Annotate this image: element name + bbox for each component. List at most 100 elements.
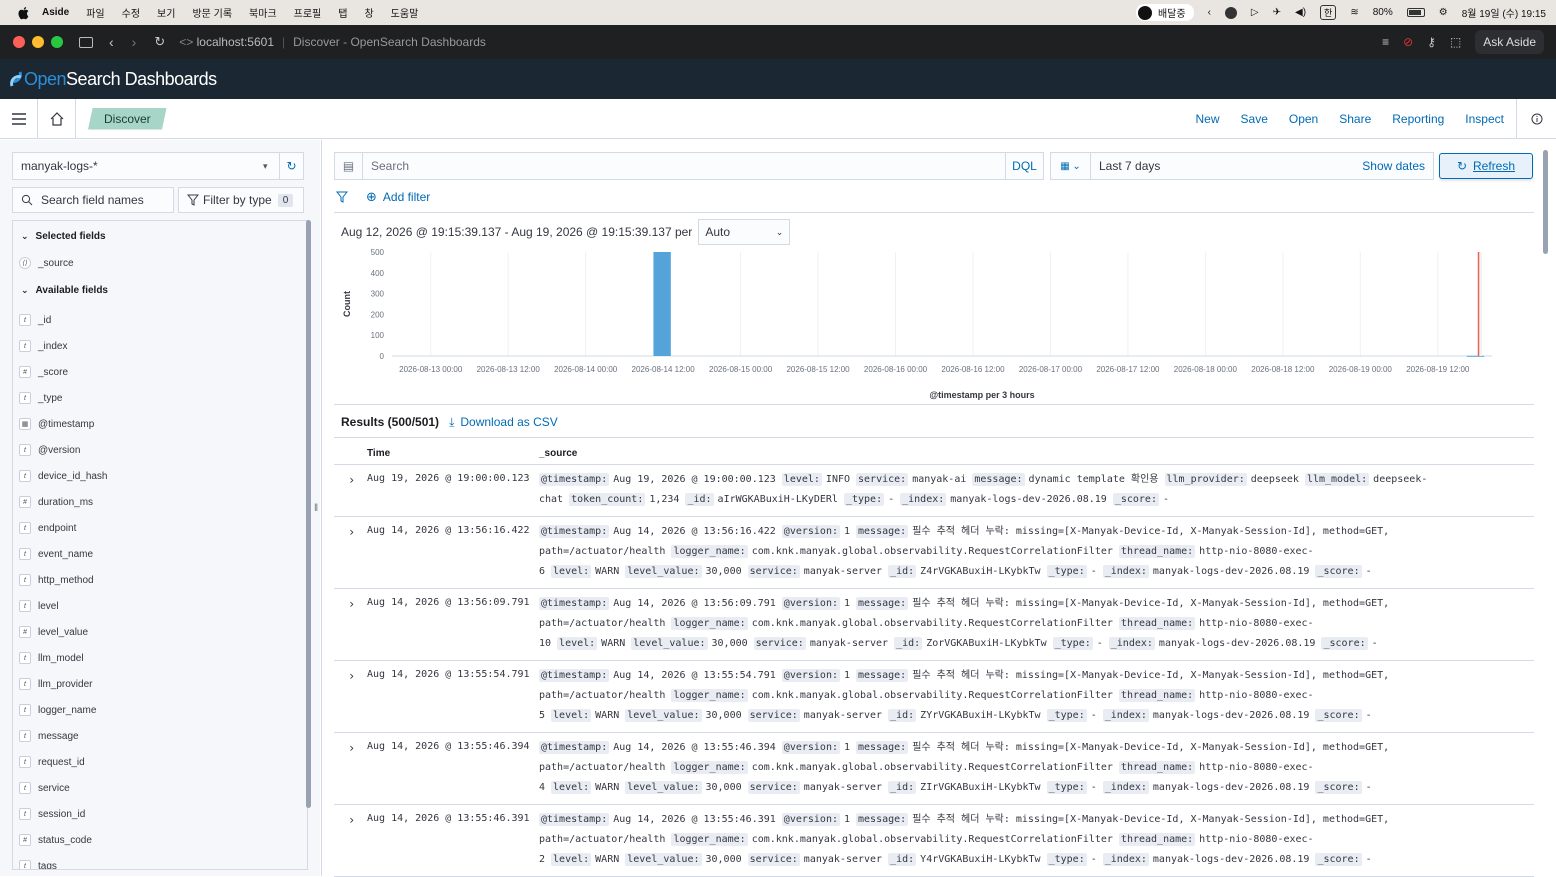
- interval-select[interactable]: Auto ⌄: [698, 219, 791, 245]
- field-item-level[interactable]: t level: [19, 598, 59, 614]
- field-item-request-id[interactable]: t request_id: [19, 754, 85, 770]
- field-item-level-value[interactable]: # level_value: [19, 624, 88, 640]
- osd-logo[interactable]: Open Search Dashboards: [8, 69, 217, 90]
- field-item-http-method[interactable]: t http_method: [19, 572, 94, 588]
- field-item-id[interactable]: t _id: [19, 312, 51, 328]
- open-link[interactable]: Open: [1289, 112, 1318, 126]
- date-range-value[interactable]: Last 7 days: [1099, 159, 1362, 173]
- save-link[interactable]: Save: [1241, 112, 1268, 126]
- input-source-icon[interactable]: 한: [1320, 5, 1337, 20]
- main-scrollbar[interactable]: [1543, 150, 1548, 254]
- apple-icon[interactable]: [16, 5, 32, 21]
- refresh-fields-icon[interactable]: ↻: [279, 153, 303, 179]
- menubar-item[interactable]: 탭: [338, 5, 347, 20]
- back-arrow-icon[interactable]: ‹: [109, 34, 114, 50]
- field-item-device-id-hash[interactable]: t device_id_hash: [19, 468, 108, 484]
- menubar-item[interactable]: 수정: [122, 5, 140, 20]
- sidebar-scrollbar[interactable]: [306, 220, 311, 808]
- filter-icon[interactable]: [336, 191, 348, 203]
- field-item-score[interactable]: # _score: [19, 364, 68, 380]
- reporting-link[interactable]: Reporting: [1392, 112, 1444, 126]
- histogram-chart[interactable]: 2026-08-13 00:00 2026-08-13 12:00 2026-08-…: [336, 246, 1536, 402]
- menubar-item[interactable]: 도움말: [391, 5, 419, 20]
- menubar-app-name[interactable]: Aside: [42, 7, 69, 18]
- breadcrumb-discover[interactable]: Discover: [88, 107, 167, 130]
- expand-row-chevron-icon[interactable]: ›: [348, 597, 355, 611]
- forward-arrow-icon[interactable]: ›: [132, 34, 137, 50]
- expand-row-chevron-icon[interactable]: ›: [348, 741, 355, 755]
- menubar-item[interactable]: 프로필: [294, 5, 322, 20]
- url-bar[interactable]: <> localhost:5601: [179, 35, 274, 49]
- reload-icon[interactable]: ↻: [154, 34, 165, 50]
- inspect-link[interactable]: Inspect: [1465, 112, 1504, 126]
- table-row[interactable]: › Aug 14, 2026 @ 13:56:09.791 @timestamp: A…: [334, 589, 1534, 661]
- calendar-icon[interactable]: ▦ ⌄: [1051, 153, 1091, 179]
- table-row[interactable]: › Aug 14, 2026 @ 13:55:54.791 @timestamp: A…: [334, 661, 1534, 733]
- key-icon[interactable]: ⚷: [1427, 35, 1436, 49]
- available-fields-heading[interactable]: ⌄ Available fields: [21, 285, 108, 296]
- field-item-status-code[interactable]: # status_code: [19, 832, 92, 848]
- saved-query-icon[interactable]: ▤: [335, 153, 363, 179]
- field-item-logger-name[interactable]: t logger_name: [19, 702, 96, 718]
- field-item-version[interactable]: t @version: [19, 442, 80, 458]
- airplane-icon[interactable]: ✈: [1273, 7, 1281, 18]
- help-button[interactable]: [1516, 99, 1556, 139]
- expand-row-chevron-icon[interactable]: ›: [348, 525, 355, 539]
- time-column-header[interactable]: Time: [367, 448, 390, 459]
- delivery-status-widget[interactable]: 배달중: [1135, 4, 1194, 21]
- volume-icon[interactable]: ◀): [1295, 7, 1306, 18]
- table-row[interactable]: › Aug 14, 2026 @ 13:55:46.394 @timestamp: A…: [334, 733, 1534, 805]
- field-item-endpoint[interactable]: t endpoint: [19, 520, 76, 536]
- source-column-header[interactable]: _source: [539, 448, 577, 459]
- share-link[interactable]: Share: [1339, 112, 1371, 126]
- ask-aside-button[interactable]: Ask Aside: [1475, 30, 1544, 54]
- field-item-source[interactable]: ⟨⟩ _source: [19, 255, 74, 271]
- new-link[interactable]: New: [1196, 112, 1220, 126]
- show-dates-link[interactable]: Show dates: [1362, 159, 1425, 173]
- home-button[interactable]: [38, 98, 76, 139]
- minimize-window-button[interactable]: [32, 36, 44, 48]
- selected-fields-heading[interactable]: ⌄ Selected fields: [21, 231, 106, 242]
- menubar-item[interactable]: 방문 기록: [192, 5, 232, 20]
- refresh-button[interactable]: ↻ Refresh: [1439, 153, 1533, 179]
- field-item-event-name[interactable]: t event_name: [19, 546, 93, 562]
- filter-by-type-button[interactable]: Filter by type 0: [178, 187, 304, 213]
- expand-row-chevron-icon[interactable]: ›: [348, 669, 355, 683]
- field-item-type[interactable]: t _type: [19, 390, 62, 406]
- menubar-item[interactable]: 보기: [157, 5, 175, 20]
- menubar-item[interactable]: 파일: [86, 5, 104, 20]
- field-item-llm-provider[interactable]: t llm_provider: [19, 676, 92, 692]
- control-center-icon[interactable]: ⚙: [1439, 7, 1448, 18]
- maximize-window-button[interactable]: [51, 36, 63, 48]
- hamburger-menu-button[interactable]: [0, 98, 38, 139]
- query-input[interactable]: Search: [371, 159, 1005, 173]
- field-item-duration-ms[interactable]: # duration_ms: [19, 494, 93, 510]
- field-item-index[interactable]: t _index: [19, 338, 67, 354]
- expand-row-chevron-icon[interactable]: ›: [348, 473, 355, 487]
- field-item-message[interactable]: t message: [19, 728, 79, 744]
- download-csv-button[interactable]: ⤓ Download as CSV: [449, 415, 558, 430]
- chevron-left-icon[interactable]: ‹: [1208, 7, 1211, 18]
- sidebar-resize-handle[interactable]: ‖: [314, 503, 318, 515]
- wifi-icon[interactable]: ≋: [1350, 7, 1358, 18]
- field-item-timestamp[interactable]: ▦ @timestamp: [19, 416, 94, 432]
- field-item-tags[interactable]: t tags: [19, 858, 57, 869]
- battery-icon[interactable]: [1406, 8, 1425, 17]
- extension-icon[interactable]: ⊘: [1403, 35, 1413, 49]
- menubar-datetime[interactable]: 8월 19일 (수) 19:15: [1462, 5, 1546, 20]
- menubar-item[interactable]: 창: [364, 5, 373, 20]
- record-icon[interactable]: [1224, 6, 1237, 19]
- share-icon[interactable]: ⬚: [1450, 35, 1461, 49]
- field-item-session-id[interactable]: t session_id: [19, 806, 85, 822]
- menubar-item[interactable]: 북마크: [249, 5, 277, 20]
- play-icon[interactable]: ▷: [1251, 7, 1259, 18]
- table-row[interactable]: › Aug 14, 2026 @ 13:55:46.391 @timestamp: A…: [334, 805, 1534, 877]
- field-search-input[interactable]: Search field names: [12, 187, 174, 213]
- table-row[interactable]: › Aug 19, 2026 @ 19:00:00.123 @timestamp: A…: [334, 465, 1534, 517]
- expand-row-chevron-icon[interactable]: ›: [348, 813, 355, 827]
- dql-toggle-button[interactable]: DQL: [1005, 153, 1043, 179]
- close-window-button[interactable]: [13, 36, 25, 48]
- index-pattern-select[interactable]: manyak-logs-* ▾ ↻: [12, 152, 304, 180]
- reading-list-icon[interactable]: ≡: [1382, 35, 1389, 49]
- field-item-service[interactable]: t service: [19, 780, 70, 796]
